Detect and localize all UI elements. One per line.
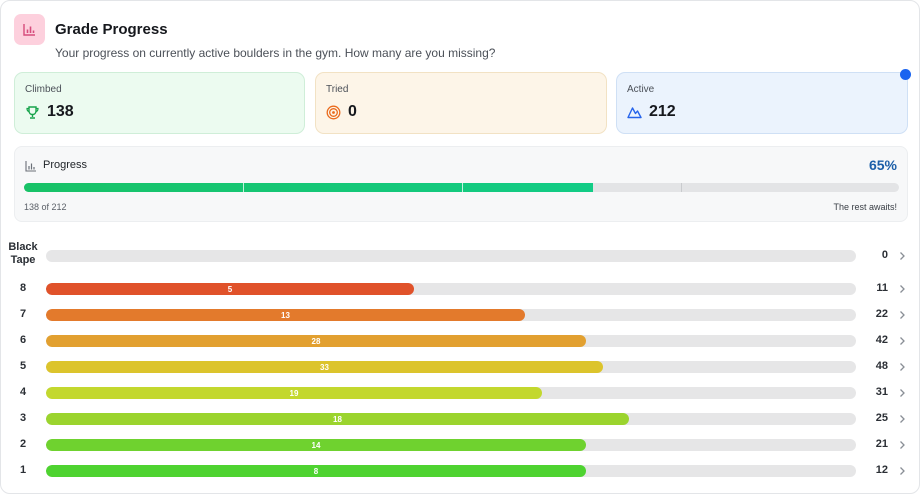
grade-label: 5 (19, 360, 27, 372)
grade-total-count: 48 (875, 360, 888, 372)
grade-total-count: 25 (875, 412, 888, 424)
stat-value-active: 212 (649, 103, 676, 120)
grade-row[interactable]: 2 14 21 (1, 434, 920, 456)
grade-total-count: 22 (875, 308, 888, 320)
grade-progress-bar: 5 (46, 283, 856, 295)
grade-progress-bar: 14 (46, 439, 856, 451)
bar-chart-icon (14, 14, 45, 45)
stat-card-climbed: Climbed 138 (14, 72, 305, 134)
grade-climbed-count: 13 (281, 310, 290, 320)
grade-total-count: 12 (875, 464, 888, 476)
grade-progress-fill: 13 (46, 309, 525, 321)
chevron-right-icon[interactable] (897, 310, 907, 320)
grade-progress-fill: 14 (46, 439, 586, 451)
grade-progress-bar: 28 (46, 335, 856, 347)
progress-bar (24, 183, 899, 192)
stat-label-climbed: Climbed (25, 84, 62, 95)
progress-percent: 65% (868, 157, 897, 173)
chevron-right-icon[interactable] (897, 388, 907, 398)
grade-progress-fill: 8 (46, 465, 586, 477)
grade-progress-fill: 18 (46, 413, 629, 425)
grade-label: 6 (19, 334, 27, 346)
target-icon (326, 105, 341, 120)
grade-label: 1 (19, 464, 27, 476)
stat-card-active: Active 212 (616, 72, 908, 134)
grade-progress-fill: 33 (46, 361, 603, 373)
grade-label: 7 (19, 308, 27, 320)
chevron-right-icon[interactable] (897, 336, 907, 346)
trophy-icon (26, 106, 39, 119)
grade-progress-bar: 13 (46, 309, 856, 321)
grade-progress-card: Grade Progress Your progress on currentl… (0, 0, 920, 494)
grade-progress-bar: 8 (46, 465, 856, 477)
grade-progress-bar (46, 250, 856, 262)
grade-climbed-count: 28 (311, 336, 321, 346)
progress-bar-fill (24, 183, 593, 192)
grade-row[interactable]: 8 5 11 (1, 278, 920, 300)
grade-total-count: 11 (876, 282, 888, 294)
chevron-right-icon[interactable] (897, 284, 907, 294)
grade-row[interactable]: 7 13 22 (1, 304, 920, 326)
progress-note: The rest awaits! (833, 202, 897, 212)
grade-row[interactable]: 5 33 48 (1, 356, 920, 378)
progress-title: Progress (43, 159, 88, 171)
chevron-right-icon[interactable] (897, 440, 907, 450)
grade-progress-fill: 5 (46, 283, 414, 295)
status-dot (900, 69, 911, 80)
grade-climbed-count: 8 (313, 466, 319, 476)
grade-label: 8 (19, 282, 27, 294)
grade-row[interactable]: Black Tape 0 (1, 241, 920, 273)
grade-total-count: 31 (875, 386, 888, 398)
grade-progress-bar: 19 (46, 387, 856, 399)
stat-label-active: Active (627, 84, 655, 95)
stat-value-climbed: 138 (47, 103, 74, 120)
grade-total-count: 42 (875, 334, 888, 346)
grade-progress-fill: 19 (46, 387, 542, 399)
grade-row[interactable]: 4 19 31 (1, 382, 920, 404)
stat-value-tried: 0 (348, 103, 357, 120)
chevron-right-icon[interactable] (897, 466, 907, 476)
grade-label: 2 (19, 438, 27, 450)
progress-tick (243, 183, 244, 192)
grade-climbed-count: 33 (320, 362, 329, 372)
grade-progress-bar: 18 (46, 413, 856, 425)
progress-count: 138 of 212 (24, 202, 67, 212)
progress-panel: Progress 65% 138 of 212 The rest awaits! (14, 146, 908, 222)
mountain-icon (627, 107, 642, 119)
grade-climbed-count: 14 (311, 440, 321, 450)
grade-climbed-count: 5 (227, 284, 233, 294)
page-title: Grade Progress (55, 21, 168, 38)
grade-row[interactable]: 3 18 25 (1, 408, 920, 430)
progress-tick (462, 183, 463, 192)
grade-row[interactable]: 1 8 12 (1, 460, 920, 482)
grade-total-count: 21 (875, 438, 888, 450)
chevron-right-icon[interactable] (897, 362, 907, 372)
page-subtitle: Your progress on currently active boulde… (55, 46, 496, 60)
chevron-right-icon[interactable] (897, 414, 907, 424)
grade-progress-fill: 28 (46, 335, 586, 347)
grade-climbed-count: 18 (333, 414, 342, 424)
grade-label: 3 (19, 412, 27, 424)
grade-climbed-count: 19 (289, 388, 299, 398)
grade-total-count: 0 (881, 249, 888, 261)
stat-card-tried: Tried 0 (315, 72, 607, 134)
grade-label: Black Tape (8, 241, 38, 266)
bar-chart-icon (25, 161, 36, 172)
chevron-right-icon[interactable] (897, 251, 907, 261)
grade-label: 4 (19, 386, 27, 398)
grade-row[interactable]: 6 28 42 (1, 330, 920, 352)
grade-progress-bar: 33 (46, 361, 856, 373)
progress-tick (681, 183, 682, 192)
stat-label-tried: Tried (326, 84, 349, 95)
